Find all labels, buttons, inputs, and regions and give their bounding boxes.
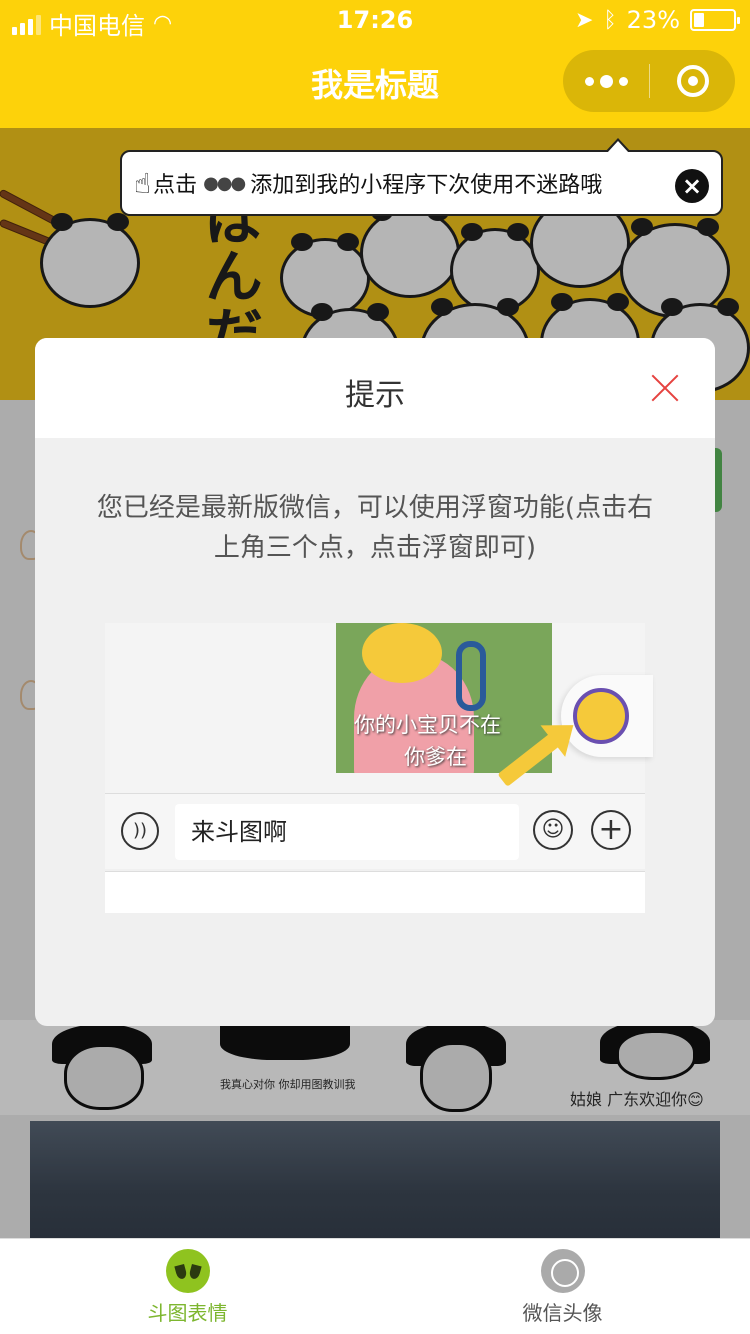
emoji-icon: ☺ — [533, 810, 573, 850]
status-bar: 中国电信 ◠ 17:26 ➤ ᛒ 23% — [0, 0, 750, 42]
demo-input-field: 来斗图啊 — [175, 804, 519, 860]
demo-input-bar: )) 来斗图啊 ☺ + — [105, 793, 645, 869]
dialog-close-button[interactable] — [651, 374, 679, 402]
demo-caption-line2: 你爹在 — [404, 745, 467, 769]
demo-caption-line1: 你的小宝贝不在 — [354, 713, 501, 737]
bluetooth-icon: ᛒ — [603, 7, 617, 33]
tab-bar: 斗图表情 微信头像 — [0, 1238, 750, 1334]
voice-icon: )) — [121, 812, 159, 850]
navigation-bar: 中国电信 ◠ 17:26 ➤ ᛒ 23% 我是标题 — [0, 0, 750, 128]
hand-pointer-icon: ☝ — [134, 166, 152, 200]
target-icon — [676, 65, 709, 97]
dialog-title: 提示 — [345, 378, 405, 413]
tab-meme-stickers[interactable]: 斗图表情 — [0, 1239, 375, 1334]
tip-text-after: 添加到我的小程序下次使用不迷路哦 — [250, 173, 603, 198]
avatar-icon — [541, 1249, 585, 1293]
battery-percent: 23% — [626, 6, 680, 34]
tab-label-avatar: 微信头像 — [522, 1301, 603, 1325]
tip-text-before: 点击 — [153, 173, 198, 198]
close-miniprogram-button[interactable] — [650, 50, 735, 112]
demo-keyboard-area — [105, 871, 645, 913]
location-icon: ➤ — [575, 7, 594, 33]
tab-wechat-avatar[interactable]: 微信头像 — [375, 1239, 750, 1334]
plus-icon: + — [591, 810, 631, 850]
demo-illustration: 你的小宝贝不在 你爹在 )) 来斗图啊 ☺ + — [105, 623, 653, 913]
demo-meme-image: 你的小宝贝不在 你爹在 — [336, 623, 552, 773]
menu-capsule — [563, 50, 735, 112]
meme-face-icon — [166, 1249, 210, 1293]
dialog-header: 提示 — [35, 338, 715, 438]
more-menu-button[interactable] — [563, 50, 649, 112]
dialog-message: 您已经是最新版微信，可以使用浮窗功能(点击右上角三个点，点击浮窗即可) — [96, 493, 654, 563]
tip-dialog: 提示 您已经是最新版微信，可以使用浮窗功能(点击右上角三个点，点击浮窗即可) 你… — [35, 338, 715, 1026]
add-miniprogram-tip: ☝ 点击 ●●● 添加到我的小程序下次使用不迷路哦 × — [120, 138, 723, 216]
tab-label-meme: 斗图表情 — [147, 1301, 228, 1325]
tip-close-button[interactable]: × — [675, 169, 709, 203]
battery-icon — [690, 9, 740, 31]
tip-dots: ●●● — [203, 172, 246, 194]
